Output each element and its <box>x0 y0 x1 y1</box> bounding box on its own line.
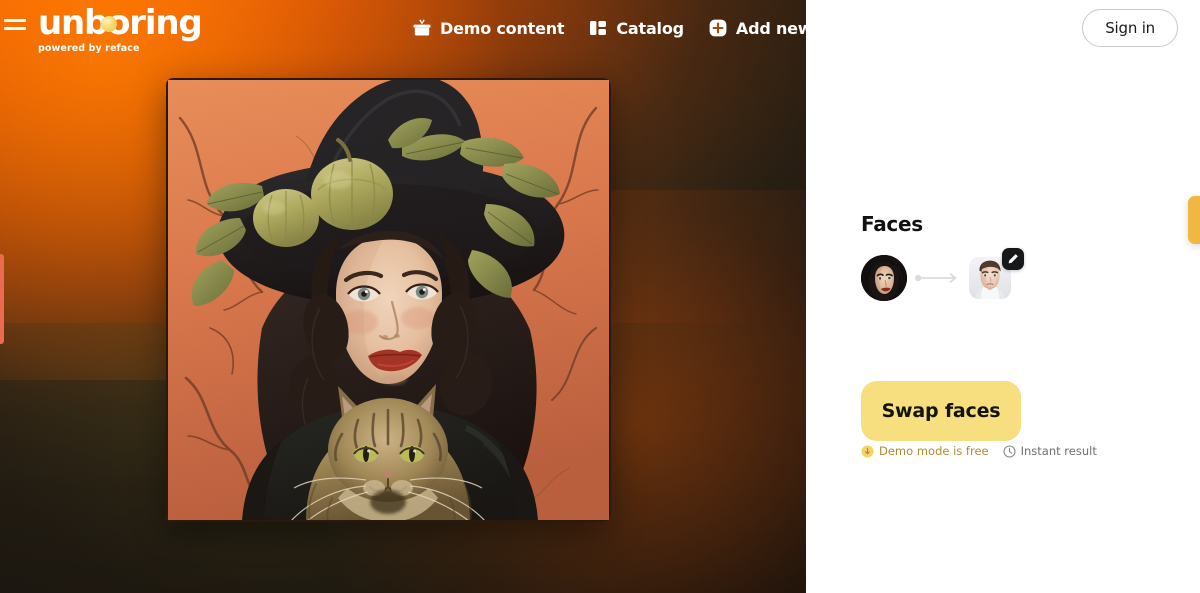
target-face-group <box>969 248 1024 299</box>
top-navigation-bar: unboring powered by reface Demo content <box>0 0 806 56</box>
edit-face-button[interactable] <box>1002 248 1024 270</box>
faces-heading: Faces <box>861 212 923 236</box>
nav-label-catalog: Catalog <box>616 18 684 38</box>
sign-in-button[interactable]: Sign in <box>1082 9 1178 47</box>
controls-panel: Sign in Faces Swap faces Demo mode is fr… <box>806 0 1200 593</box>
swap-faces-button[interactable]: Swap faces <box>861 381 1021 441</box>
nav-label-add-new-photo: Add new photo <box>735 18 806 38</box>
nav-item-add-new-photo[interactable]: Add new photo <box>708 18 806 38</box>
faces-row <box>861 248 1024 301</box>
witch-face-thumb <box>861 255 907 301</box>
app-root: unboring powered by reface Demo content <box>0 0 1200 593</box>
nav-item-catalog[interactable]: Catalog <box>588 18 684 38</box>
nav-links: Demo content Catalog Add new phot <box>412 0 806 56</box>
demo-mode-label: Demo mode is free <box>879 444 989 458</box>
nav-item-demo-content[interactable]: Demo content <box>412 18 565 38</box>
feedback-tab[interactable] <box>1188 196 1200 244</box>
nav-label-demo-content: Demo content <box>440 18 565 38</box>
instant-result-label: Instant result <box>1020 444 1097 458</box>
arrow-right-icon <box>915 273 957 283</box>
source-face-thumbnail[interactable] <box>861 255 907 301</box>
logo-subtext: powered by reface <box>38 43 140 54</box>
logo-text: unboring <box>38 3 203 43</box>
hamburger-menu-icon[interactable] <box>3 15 27 33</box>
clock-icon <box>1003 444 1016 458</box>
coin-icon <box>861 445 874 457</box>
preview-panel: unboring powered by reface Demo content <box>0 0 806 593</box>
witch-artwork <box>166 78 611 522</box>
preview-image[interactable] <box>166 78 611 522</box>
left-edge-tab[interactable] <box>0 254 4 344</box>
instant-result-note: Instant result <box>1003 444 1097 458</box>
demo-mode-note: Demo mode is free <box>861 444 989 458</box>
plus-square-icon <box>709 19 727 37</box>
brand-logo[interactable]: unboring powered by reface <box>38 3 203 54</box>
swap-meta-row: Demo mode is free Instant result <box>861 444 1097 458</box>
logo-dot-icon <box>101 16 117 32</box>
gift-box-icon <box>413 19 431 36</box>
pencil-icon <box>1008 254 1018 264</box>
catalog-grid-icon <box>590 21 607 35</box>
